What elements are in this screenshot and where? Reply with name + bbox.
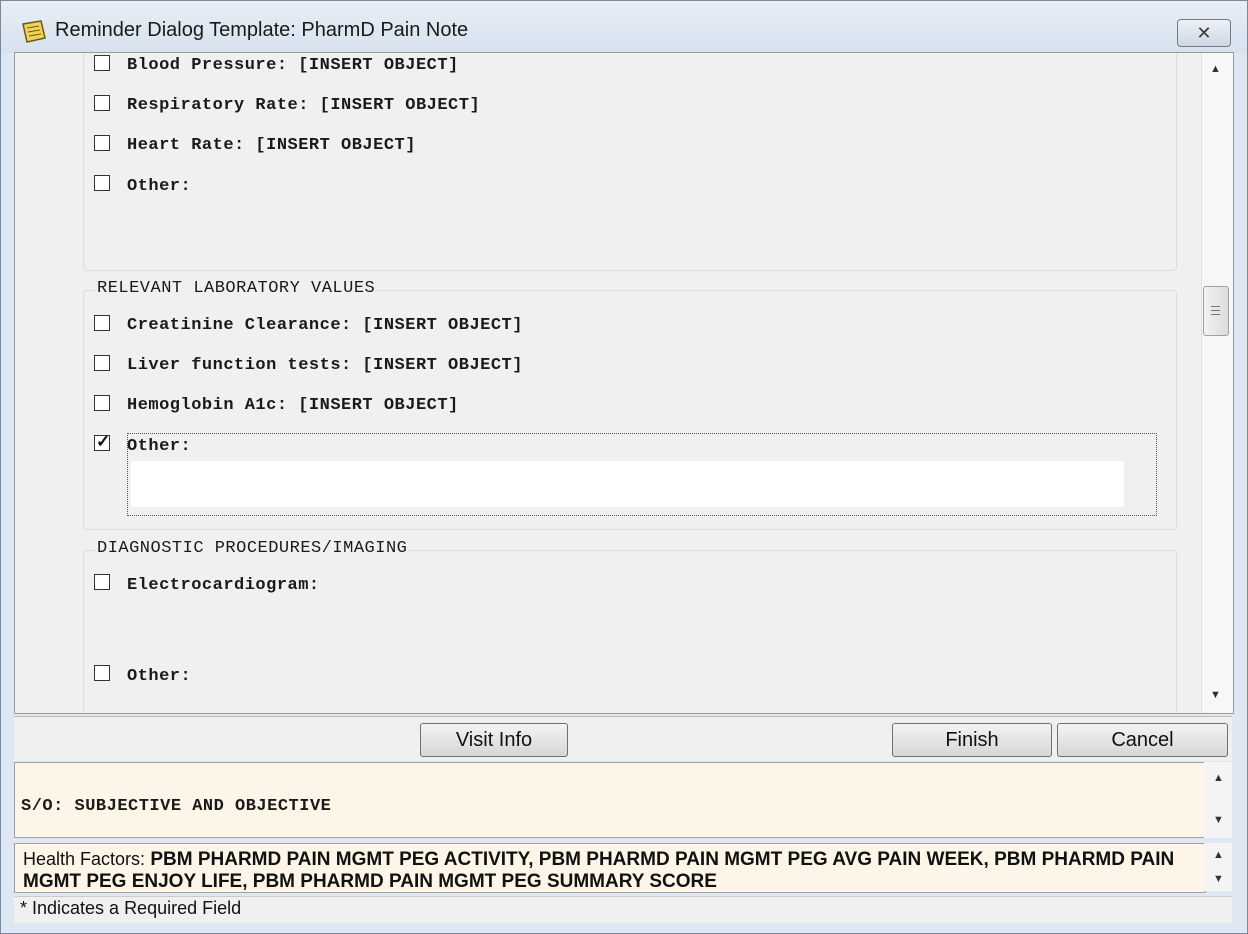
health-factors-text: Health Factors: PBM PHARMD PAIN MGMT PEG… xyxy=(23,848,1193,893)
checkbox-vitals-other[interactable] xyxy=(94,175,110,191)
dialog-content-area[interactable]: Blood Pressure: [INSERT OBJECT] Respirat… xyxy=(14,52,1234,714)
lab-values-group-title: RELEVANT LABORATORY VALUES xyxy=(95,279,378,298)
note-preview-pane[interactable]: S/O: SUBJECTIVE AND OBJECTIVE xyxy=(14,762,1206,838)
item-blood-pressure: Blood Pressure: [INSERT OBJECT] xyxy=(127,56,459,75)
title-bar: Reminder Dialog Template: PharmD Pain No… xyxy=(1,1,1247,53)
grip-line xyxy=(1211,314,1220,315)
checkbox-heart-rate[interactable] xyxy=(94,135,110,151)
item-diag-other: Other: xyxy=(127,667,192,686)
checkbox-creatinine-clearance[interactable] xyxy=(94,315,110,331)
checkbox-electrocardiogram[interactable] xyxy=(94,574,110,590)
checkbox-respiratory-rate[interactable] xyxy=(94,95,110,111)
item-creatinine-clearance: Creatinine Clearance: [INSERT OBJECT] xyxy=(127,316,523,335)
preview-scrollbar[interactable]: ▲ ▼ xyxy=(1204,762,1232,838)
health-factors-label: Health Factors: xyxy=(23,849,146,869)
lab-other-text-field[interactable] xyxy=(131,461,1124,507)
scroll-down-arrow-icon[interactable]: ▼ xyxy=(1210,689,1221,701)
close-icon: ✕ xyxy=(1196,23,1212,43)
health-factors-scrollbar[interactable]: ▲ ▼ xyxy=(1204,843,1232,891)
scroll-up-arrow-icon[interactable]: ▲ xyxy=(1210,63,1221,75)
health-factors-pane[interactable]: Health Factors: PBM PHARMD PAIN MGMT PEG… xyxy=(14,843,1206,893)
item-heart-rate: Heart Rate: [INSERT OBJECT] xyxy=(127,136,416,155)
checkmark-icon: ✓ xyxy=(96,432,111,451)
item-respiratory-rate: Respiratory Rate: [INSERT OBJECT] xyxy=(127,96,481,115)
checkbox-liver-function[interactable] xyxy=(94,355,110,371)
status-bar: * Indicates a Required Field xyxy=(14,896,1232,923)
close-button[interactable]: ✕ xyxy=(1177,19,1231,47)
checkbox-hemoglobin-a1c[interactable] xyxy=(94,395,110,411)
required-field-note: * Indicates a Required Field xyxy=(20,898,242,918)
hf-scroll-up-icon[interactable]: ▲ xyxy=(1213,849,1224,861)
grip-line xyxy=(1211,310,1220,311)
cancel-button[interactable]: Cancel xyxy=(1057,723,1228,757)
hf-scroll-down-icon[interactable]: ▼ xyxy=(1213,873,1224,885)
grip-line xyxy=(1211,306,1220,307)
finish-button[interactable]: Finish xyxy=(892,723,1052,757)
checkbox-blood-pressure[interactable] xyxy=(94,55,110,71)
item-vitals-other: Other: xyxy=(127,177,192,196)
diagnostic-group-title: DIAGNOSTIC PROCEDURES/IMAGING xyxy=(95,539,410,558)
window-title: Reminder Dialog Template: PharmD Pain No… xyxy=(55,19,469,41)
reminder-dialog-icon xyxy=(22,20,46,43)
diagnostic-group xyxy=(83,550,1177,713)
item-liver-function: Liver function tests: [INSERT OBJECT] xyxy=(127,356,523,375)
preview-scroll-up-icon[interactable]: ▲ xyxy=(1213,772,1224,784)
visit-info-button[interactable]: Visit Info xyxy=(420,723,568,757)
preview-scroll-down-icon[interactable]: ▼ xyxy=(1213,814,1224,826)
checkbox-diag-other[interactable] xyxy=(94,665,110,681)
item-hemoglobin-a1c: Hemoglobin A1c: [INSERT OBJECT] xyxy=(127,396,459,415)
scroll-thumb[interactable] xyxy=(1203,286,1229,336)
item-electrocardiogram: Electrocardiogram: xyxy=(127,576,320,595)
content-scrollbar[interactable]: ▲ ▼ xyxy=(1201,53,1233,713)
vitals-group xyxy=(83,53,1177,271)
health-factors-value: PBM PHARMD PAIN MGMT PEG ACTIVITY, PBM P… xyxy=(23,849,1175,892)
checkbox-lab-other[interactable]: ✓ xyxy=(94,432,111,451)
item-lab-other: Other: xyxy=(127,437,192,456)
preview-text: S/O: SUBJECTIVE AND OBJECTIVE xyxy=(21,797,332,816)
